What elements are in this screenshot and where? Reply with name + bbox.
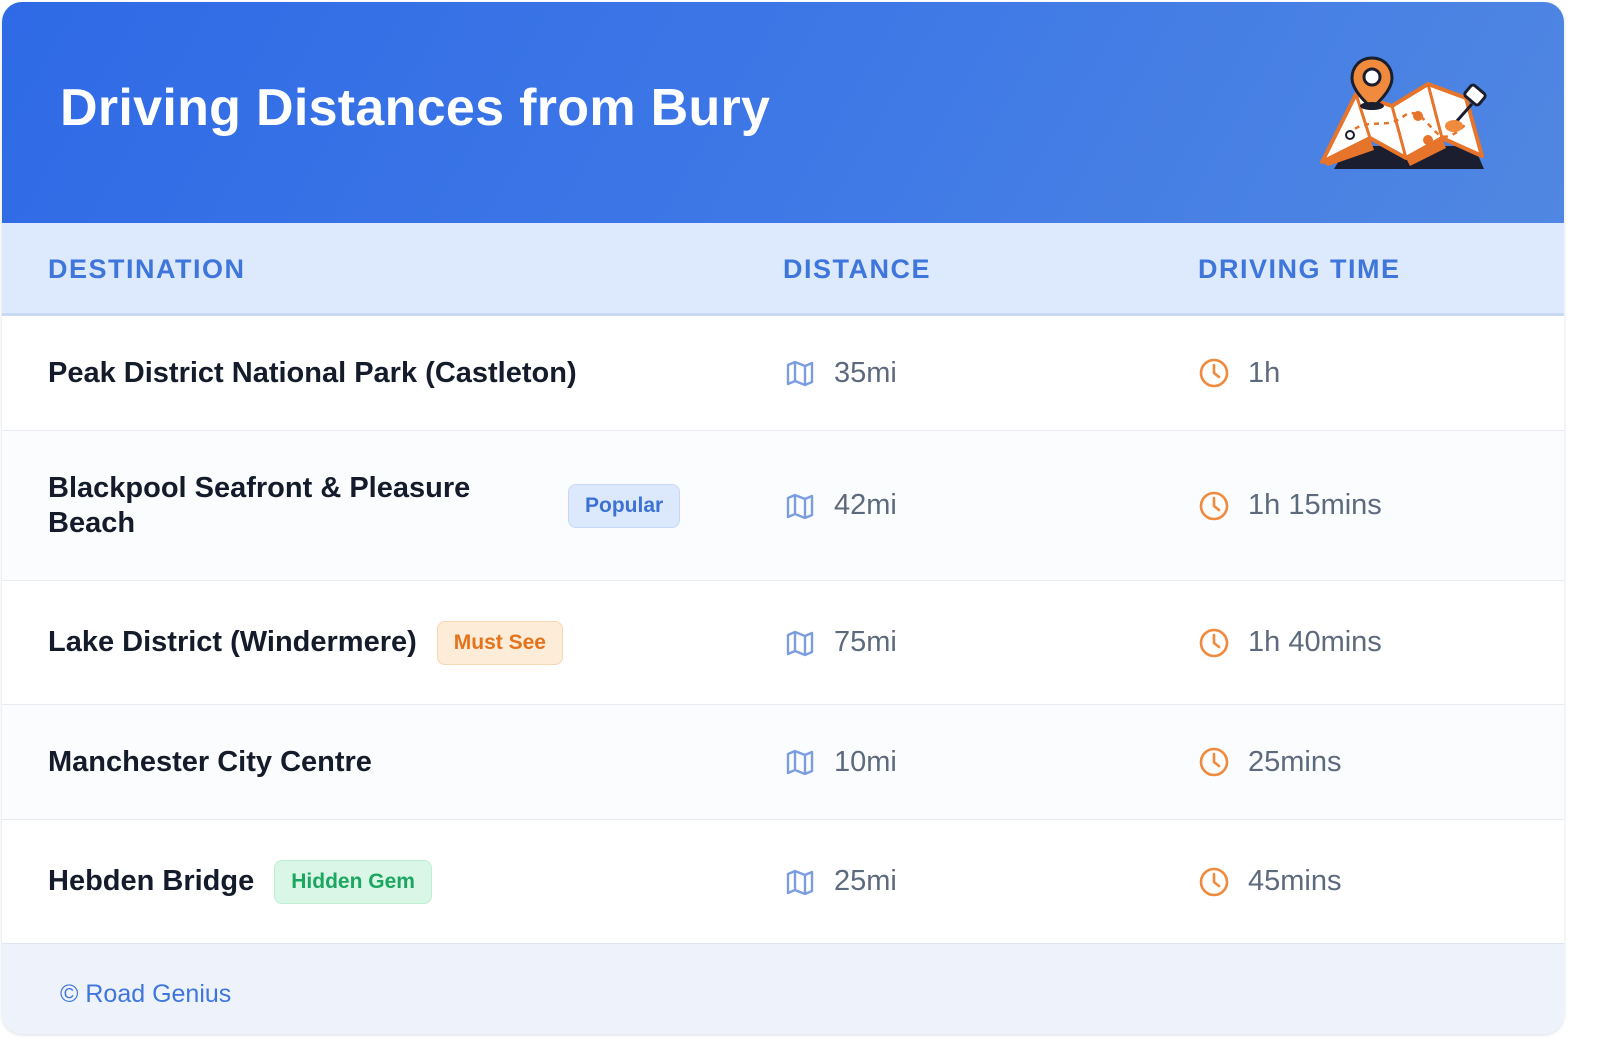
- table-row: Blackpool Seafront & Pleasure Beach Popu…: [2, 431, 1564, 581]
- clock-icon: [1199, 628, 1229, 657]
- column-header-distance: DISTANCE: [783, 254, 932, 284]
- destination-cell: Peak District National Park (Castleton): [48, 316, 577, 430]
- map-icon: [786, 869, 814, 895]
- table-row: Manchester City Centre 10mi 25mins: [2, 705, 1564, 820]
- clock-icon: [1199, 491, 1229, 520]
- time-value: 45mins: [1248, 865, 1342, 897]
- must-see-badge: Must See: [436, 620, 563, 665]
- time-cell: 1h 15mins: [1198, 431, 1382, 580]
- map-with-pins-icon: [1320, 56, 1487, 169]
- distance-cell: 42mi: [784, 431, 897, 580]
- clock-icon: [1199, 867, 1229, 896]
- time-cell: 25mins: [1198, 705, 1342, 819]
- column-header-destination: DESTINATION: [48, 254, 246, 284]
- distance-value: 35mi: [834, 356, 897, 389]
- map-icon: [786, 493, 814, 519]
- table-row: Hebden Bridge Hidden Gem 25mi 45mins: [2, 820, 1564, 943]
- map-icon: [786, 360, 814, 387]
- table-header: DESTINATION DISTANCE DRIVING TIME: [2, 223, 1564, 316]
- distance-value: 10mi: [834, 745, 897, 778]
- distance-cell: 25mi: [784, 820, 897, 943]
- distance-cell: 75mi: [784, 581, 897, 704]
- time-value: 1h: [1248, 356, 1281, 389]
- time-cell: 1h 40mins: [1198, 581, 1382, 704]
- hidden-gem-badge: Hidden Gem: [274, 859, 432, 904]
- destination-cell: Hebden Bridge Hidden Gem: [48, 820, 432, 943]
- distance-value: 75mi: [834, 626, 897, 658]
- page-title: Driving Distances from Bury: [60, 79, 771, 137]
- footer: © Road Genius: [2, 943, 1564, 1034]
- driving-distances-card: Driving Distances from Bury DESTINATION …: [2, 2, 1564, 1034]
- time-value: 1h 15mins: [1248, 489, 1382, 521]
- table-row: Peak District National Park (Castleton) …: [2, 316, 1564, 431]
- header-banner: Driving Distances from Bury: [2, 2, 1564, 223]
- destination-cell: Blackpool Seafront & Pleasure Beach Popu…: [48, 431, 681, 580]
- distance-cell: 10mi: [784, 705, 897, 819]
- destination-name: Peak District National Park (Castleton): [48, 356, 577, 389]
- map-icon: [786, 630, 814, 656]
- distance-value: 25mi: [834, 865, 897, 897]
- destination-name: Lake District (Windermere): [48, 626, 417, 658]
- time-value: 1h 40mins: [1248, 626, 1382, 658]
- time-value: 25mins: [1248, 745, 1342, 778]
- footer-credit: © Road Genius: [60, 980, 232, 1008]
- table-row: Lake District (Windermere) Must See 75mi…: [2, 581, 1564, 705]
- map-icon: [786, 749, 814, 776]
- destination-cell: Lake District (Windermere) Must See: [48, 581, 563, 704]
- distance-value: 42mi: [834, 489, 897, 521]
- destination-name: Blackpool Seafront & Pleasure Beach: [48, 471, 471, 539]
- time-cell: 45mins: [1198, 820, 1342, 943]
- destination-name: Manchester City Centre: [48, 745, 372, 778]
- clock-icon: [1199, 747, 1229, 777]
- clock-icon: [1199, 358, 1229, 388]
- time-cell: 1h: [1198, 316, 1280, 430]
- popular-badge: Popular: [568, 483, 681, 528]
- distance-cell: 35mi: [784, 316, 897, 430]
- column-header-driving-time: DRIVING TIME: [1198, 254, 1401, 284]
- destination-name: Hebden Bridge: [48, 865, 255, 897]
- destination-cell: Manchester City Centre: [48, 705, 372, 819]
